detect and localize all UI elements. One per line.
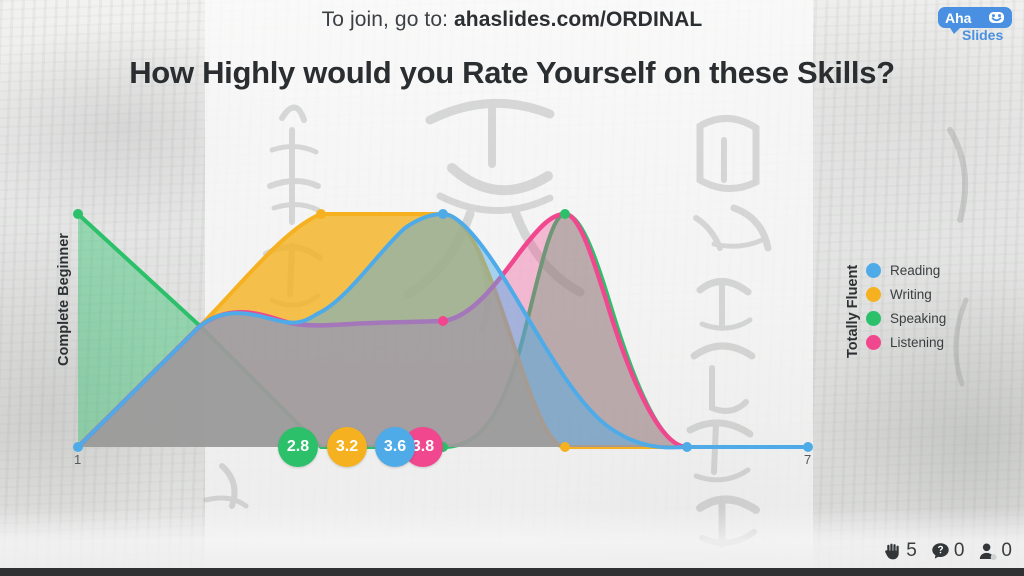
bottom-bar: [0, 568, 1024, 576]
hand-icon: [885, 543, 899, 559]
axis-label-left: Complete Beginner: [56, 233, 72, 366]
axis-tick-min: 1: [74, 452, 82, 467]
status-bar: 5 0 0: [882, 540, 1012, 562]
chart-legend: Reading Writing Speaking Listening: [866, 263, 946, 350]
participants-counter[interactable]: 0: [977, 540, 1012, 562]
axis-label-right: Totally Fluent: [845, 264, 861, 358]
raised-hands-counter[interactable]: 5: [882, 540, 917, 562]
value-badge-writing: 3.2: [327, 427, 367, 467]
person-icon: [980, 543, 998, 560]
legend-dot-writing-icon: [866, 287, 881, 302]
questions-counter[interactable]: 0: [930, 540, 965, 562]
legend-label-writing: Writing: [890, 287, 932, 302]
participants-count: 0: [1001, 540, 1012, 561]
legend-label-listening: Listening: [890, 335, 945, 350]
legend-dot-listening-icon: [866, 335, 881, 350]
legend-item-listening[interactable]: Listening: [866, 335, 946, 350]
ordinal-chart: Complete Beginner Totally Fluent 1 7 2.8…: [0, 0, 1024, 576]
value-badge-reading: 3.6: [375, 427, 415, 467]
legend-label-reading: Reading: [890, 263, 941, 278]
legend-dot-speaking-icon: [866, 311, 881, 326]
legend-item-writing[interactable]: Writing: [866, 287, 946, 302]
raised-hands-count: 5: [906, 540, 917, 561]
legend-item-speaking[interactable]: Speaking: [866, 311, 946, 326]
question-bubble-icon: [932, 542, 949, 559]
axis-tick-max: 7: [804, 452, 812, 467]
legend-item-reading[interactable]: Reading: [866, 263, 946, 278]
slide-canvas: To join, go to: ahaslides.com/ORDINAL Ah…: [0, 0, 1024, 576]
value-badge-speaking: 2.8: [278, 427, 318, 467]
legend-label-speaking: Speaking: [890, 311, 947, 326]
legend-dot-reading-icon: [866, 263, 881, 278]
questions-count: 0: [953, 540, 965, 561]
